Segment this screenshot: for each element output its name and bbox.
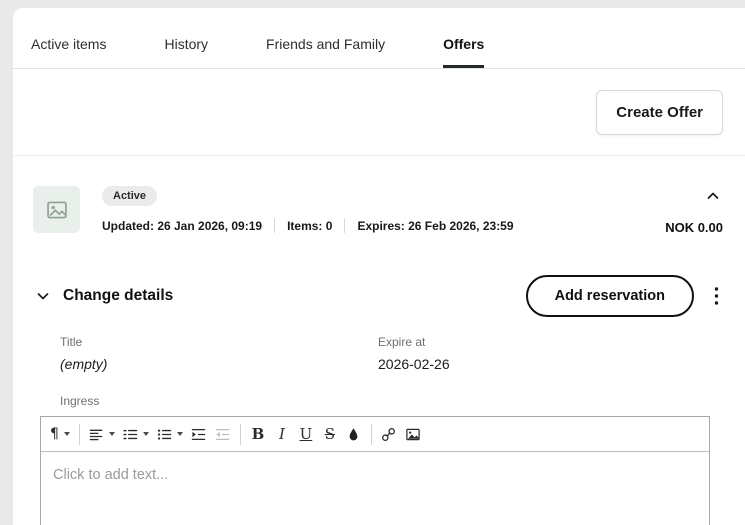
editor-toolbar: ¶ B I U S [41, 417, 709, 452]
chevron-down-icon [176, 432, 183, 436]
bullet-list-button[interactable] [153, 421, 187, 447]
toolbar-separator [78, 423, 80, 445]
change-details-toggle[interactable] [33, 286, 53, 306]
meta-separator [344, 218, 346, 233]
ingress-editor: ¶ B I U S Click to add text... [40, 416, 710, 525]
offer-meta-line: Updated: 26 Jan 2026, 09:19 Items: 0 Exp… [102, 218, 665, 233]
tab-offers[interactable]: Offers [443, 36, 485, 68]
outdent-button[interactable] [211, 421, 235, 447]
ordered-list-button[interactable] [119, 421, 153, 447]
toolbar-separator [370, 423, 372, 445]
title-value[interactable]: (empty) [60, 356, 378, 372]
actions-row: Create Offer [13, 69, 745, 156]
image-placeholder-icon [46, 199, 68, 221]
title-label: Title [60, 335, 83, 349]
bold-button[interactable]: B [246, 421, 270, 447]
change-details-header: Change details Add reservation [13, 275, 745, 317]
link-icon [381, 427, 396, 442]
align-left-icon [89, 427, 104, 442]
collapse-offer-button[interactable] [703, 186, 723, 206]
more-options-button[interactable] [710, 282, 723, 310]
paragraph-icon: ¶ [50, 426, 59, 442]
strikethrough-button[interactable]: S [318, 421, 342, 447]
indent-decrease-icon [215, 427, 230, 442]
status-badge: Active [102, 186, 158, 206]
offer-amount: NOK 0.00 [665, 220, 723, 235]
droplet-icon [347, 427, 360, 442]
italic-button[interactable]: I [270, 421, 294, 447]
editor-placeholder: Click to add text... [53, 467, 169, 483]
chevron-down-icon [35, 288, 51, 304]
offer-thumbnail [33, 186, 80, 233]
indent-button[interactable] [187, 421, 211, 447]
offer-card: Active Updated: 26 Jan 2026, 09:19 Items… [13, 156, 745, 235]
expire-at-value[interactable]: 2026-02-26 [378, 356, 723, 372]
italic-icon: I [278, 424, 285, 443]
chevron-up-icon [705, 188, 721, 204]
paragraph-style-button[interactable]: ¶ [46, 421, 74, 447]
tab-active-items[interactable]: Active items [31, 36, 106, 68]
kebab-menu-icon [714, 286, 719, 306]
offer-summary: Active Updated: 26 Jan 2026, 09:19 Items… [102, 186, 665, 233]
insert-image-button[interactable] [401, 421, 425, 447]
tab-friends-and-family[interactable]: Friends and Family [266, 36, 385, 68]
offer-items-count: Items: 0 [287, 218, 333, 233]
tab-history[interactable]: History [164, 36, 208, 68]
tab-bar: Active items History Friends and Family … [13, 8, 745, 69]
text-color-button[interactable] [342, 421, 366, 447]
chevron-down-icon [142, 432, 149, 436]
ordered-list-icon [123, 427, 138, 442]
align-button[interactable] [85, 421, 119, 447]
title-field: Title (empty) [60, 335, 378, 372]
chevron-down-icon [108, 432, 115, 436]
toolbar-separator [239, 423, 241, 445]
editor-text-area[interactable]: Click to add text... [41, 452, 709, 525]
offer-expires: Expires: 26 Feb 2026, 23:59 [357, 218, 514, 233]
underline-icon: U [299, 424, 313, 443]
bold-icon: B [251, 424, 265, 443]
strikethrough-icon: S [324, 424, 336, 443]
indent-increase-icon [191, 427, 206, 442]
offer-card-right: NOK 0.00 [665, 186, 723, 235]
bullet-list-icon [157, 427, 172, 442]
image-icon [405, 427, 421, 442]
meta-separator [274, 218, 276, 233]
add-reservation-button[interactable]: Add reservation [525, 275, 694, 317]
change-details-title: Change details [63, 287, 174, 304]
link-button[interactable] [377, 421, 401, 447]
details-fields: Title (empty) Expire at 2026-02-26 [13, 317, 745, 372]
expire-at-label: Expire at [378, 335, 426, 349]
chevron-down-icon [63, 432, 70, 436]
ingress-label: Ingress [60, 394, 100, 408]
create-offer-button[interactable]: Create Offer [596, 89, 723, 135]
underline-button[interactable]: U [294, 421, 318, 447]
offer-updated: Updated: 26 Jan 2026, 09:19 [102, 218, 263, 233]
expire-field: Expire at 2026-02-26 [378, 335, 723, 372]
content-panel: Active items History Friends and Family … [13, 8, 745, 525]
